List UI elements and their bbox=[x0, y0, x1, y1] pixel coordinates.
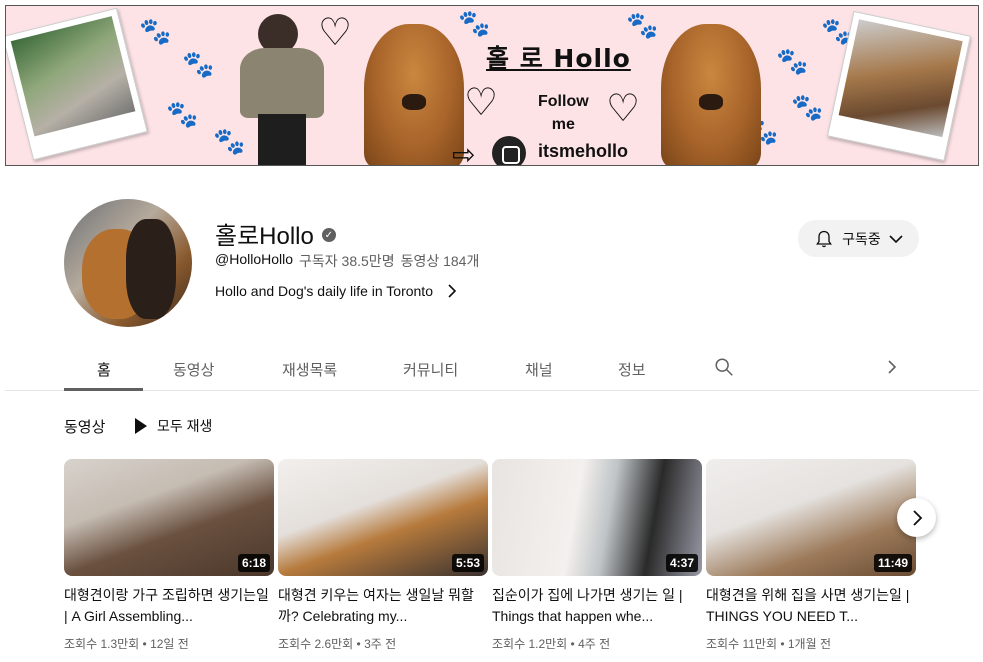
channel-meta: @HolloHollo 구독자 38.5만명 동영상 184개 bbox=[215, 251, 479, 271]
channel-name-text: 홀로Hollo bbox=[215, 223, 314, 250]
channel-description-text: Hollo and Dog's daily life in Toronto bbox=[215, 283, 433, 299]
video-duration: 6:18 bbox=[237, 554, 270, 572]
video-duration: 5:53 bbox=[451, 554, 484, 572]
arrow-right-icon: ⇨ bbox=[452, 139, 476, 166]
paw-icon: 🐾 bbox=[166, 99, 199, 129]
video-thumbnail[interactable]: 6:18 bbox=[64, 459, 274, 576]
tab-home[interactable]: 홈 bbox=[97, 359, 111, 380]
video-thumbnail[interactable]: 5:53 bbox=[278, 459, 488, 576]
channel-handle: @HolloHollo bbox=[215, 251, 294, 267]
paw-icon: 🐾 bbox=[139, 16, 172, 46]
video-title[interactable]: 대형견 키우는 여자는 생일날 뭐할까? Celebrating my... bbox=[278, 585, 488, 627]
video-thumbnail[interactable]: 11:49 bbox=[706, 459, 916, 576]
active-tab-indicator bbox=[64, 388, 143, 391]
channel-name: 홀로Hollo ✓ bbox=[215, 216, 336, 251]
video-card[interactable]: 11:49 대형견을 위해 집을 사면 생기는일 | THINGS YOU NE… bbox=[706, 459, 916, 652]
chevron-down-icon bbox=[889, 234, 903, 243]
video-card[interactable]: 6:18 대형견이랑 가구 조립하면 생기는일 | A Girl Assembl… bbox=[64, 459, 274, 652]
banner-handle: itsmehollo bbox=[538, 141, 629, 161]
paw-icon: 🐾 bbox=[458, 8, 491, 38]
banner-dog-right bbox=[661, 24, 761, 165]
tab-community[interactable]: 커뮤니티 bbox=[403, 359, 458, 380]
bell-icon bbox=[816, 230, 833, 247]
play-icon bbox=[135, 418, 147, 434]
banner-title: 홀 로 Hollo bbox=[486, 44, 631, 73]
subscriber-count: 구독자 38.5만명 bbox=[299, 253, 395, 269]
video-title[interactable]: 대형견을 위해 집을 사면 생기는일 | THINGS YOU NEED T..… bbox=[706, 585, 916, 627]
banner-follow-line2: me bbox=[551, 116, 575, 133]
chevron-right-icon bbox=[912, 509, 922, 526]
paw-icon: 🐾 bbox=[776, 46, 809, 76]
video-card[interactable]: 4:37 집순이가 집에 나가면 생기는 일 | Things that hap… bbox=[492, 459, 702, 652]
paw-icon: 🐾 bbox=[182, 49, 215, 79]
tab-about[interactable]: 정보 bbox=[618, 359, 646, 380]
verified-icon: ✓ bbox=[321, 228, 336, 242]
tab-playlists[interactable]: 재생목록 bbox=[282, 359, 337, 380]
play-all-label: 모두 재생 bbox=[157, 418, 213, 434]
polaroid-photo-right bbox=[827, 10, 971, 162]
heart-icon: ♡ bbox=[318, 12, 353, 54]
video-meta: 조회수 1.3만회 • 12일 전 bbox=[64, 637, 189, 651]
chevron-right-icon[interactable] bbox=[886, 359, 898, 375]
tab-videos[interactable]: 동영상 bbox=[173, 359, 214, 380]
instagram-icon bbox=[492, 136, 526, 165]
play-all-button[interactable]: 모두 재생 bbox=[135, 416, 212, 436]
paw-icon: 🐾 bbox=[626, 10, 659, 40]
chevron-right-icon bbox=[448, 284, 457, 298]
search-icon[interactable] bbox=[713, 356, 735, 378]
video-meta: 조회수 2.6만회 • 3주 전 bbox=[278, 637, 397, 651]
banner-follow-text: Follow me bbox=[538, 90, 589, 136]
banner-dog-left bbox=[364, 24, 464, 165]
video-thumbnail[interactable]: 4:37 bbox=[492, 459, 702, 576]
channel-tabs: 홈 동영상 재생목록 커뮤니티 채널 정보 bbox=[5, 348, 979, 391]
heart-icon: ♡ bbox=[606, 88, 641, 130]
video-duration: 11:49 bbox=[873, 554, 912, 572]
channel-avatar[interactable] bbox=[64, 199, 192, 327]
video-card[interactable]: 5:53 대형견 키우는 여자는 생일날 뭐할까? Celebrating my… bbox=[278, 459, 488, 652]
video-title[interactable]: 집순이가 집에 나가면 생기는 일 | Things that happen w… bbox=[492, 585, 702, 627]
banner-follow-line1: Follow bbox=[538, 93, 589, 110]
channel-description[interactable]: Hollo and Dog's daily life in Toronto bbox=[215, 283, 457, 299]
section-title: 동영상 bbox=[64, 419, 106, 436]
carousel-next-button[interactable] bbox=[897, 498, 936, 537]
tab-channels[interactable]: 채널 bbox=[525, 359, 553, 380]
paw-icon: 🐾 bbox=[791, 92, 824, 122]
avatar-person bbox=[126, 219, 176, 319]
subscribed-label: 구독중 bbox=[842, 230, 881, 247]
polaroid-photo-left bbox=[6, 7, 148, 161]
video-duration: 4:37 bbox=[665, 554, 698, 572]
heart-icon: ♡ bbox=[464, 82, 499, 124]
video-meta: 조회수 1.2만회 • 4주 전 bbox=[492, 637, 611, 651]
subscribed-button[interactable]: 구독중 bbox=[798, 220, 919, 257]
video-meta: 조회수 11만회 • 1개월 전 bbox=[706, 637, 831, 651]
channel-banner: 🐾 🐾 🐾 🐾 🐾 🐾 🐾 🐾 🐾 🐾 ♡ 홀 로 Hollo ♡ ♡ Foll… bbox=[5, 5, 979, 166]
video-count: 동영상 184개 bbox=[400, 253, 480, 269]
video-title[interactable]: 대형견이랑 가구 조립하면 생기는일 | A Girl Assembling..… bbox=[64, 585, 274, 627]
